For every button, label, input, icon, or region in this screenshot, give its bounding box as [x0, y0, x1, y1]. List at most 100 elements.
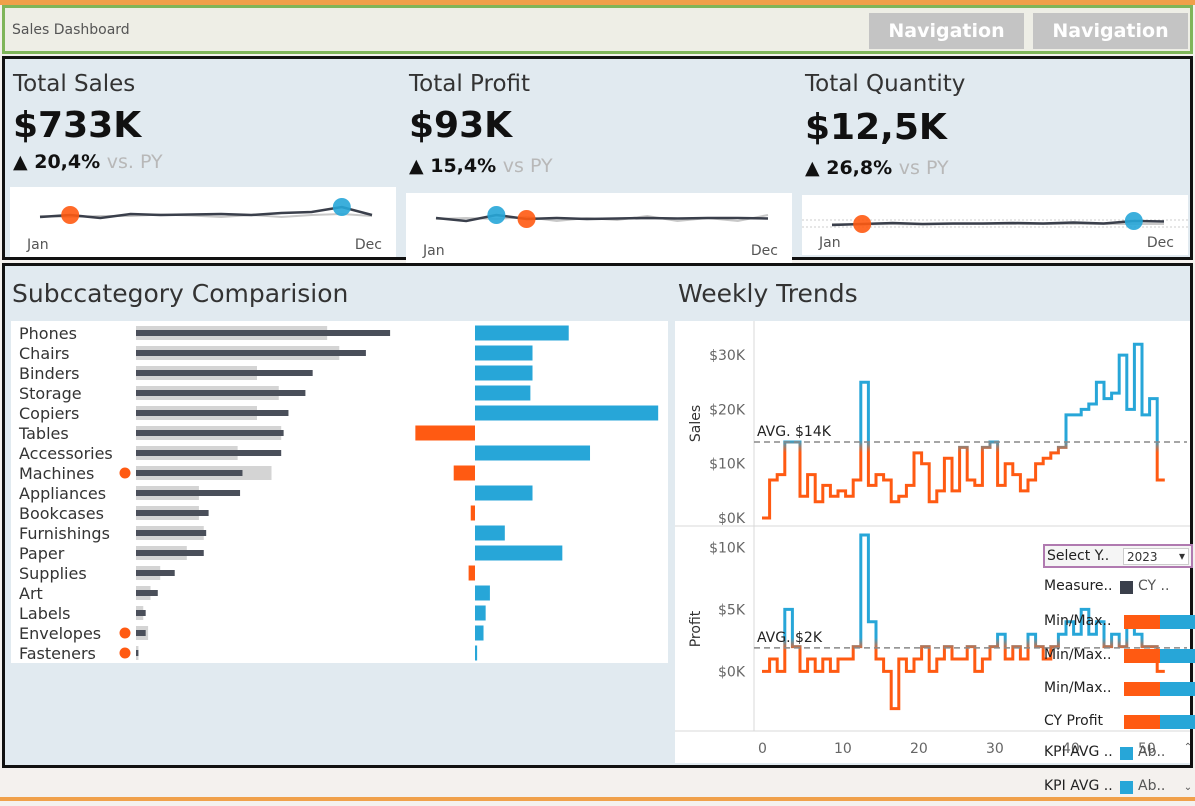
subcategory-label: Envelopes: [19, 624, 101, 643]
legend-gradient-bar: [1124, 682, 1195, 696]
kpi-delta-value: ▲ 26,8%: [805, 157, 893, 179]
flag-dot: [119, 627, 131, 639]
legend-swatch: [1120, 747, 1133, 760]
dashboard-header: Sales Dashboard Navigation Navigation: [2, 5, 1193, 54]
legend-row-kpi-avg-2[interactable]: KPI AVG .. Ab..: [1044, 778, 1165, 798]
cy-bar: [136, 450, 282, 456]
cy-bar: [136, 410, 289, 416]
profit-tick-label: $5K: [718, 602, 746, 618]
cy-bar: [136, 510, 209, 516]
subcategory-label: Supplies: [19, 564, 87, 583]
flag-dot: [119, 647, 131, 659]
profit-bar: [475, 605, 486, 621]
kpi-sparkline[interactable]: Jan Dec: [802, 195, 1188, 255]
kpi-delta: ▲ 26,8% vs PY: [805, 157, 949, 179]
subcategory-label: Copiers: [19, 404, 79, 423]
legend-label: Min/Max..: [1044, 680, 1112, 696]
profit-bar: [475, 365, 533, 381]
kpi-delta: ▲ 15,4% vs PY: [409, 155, 553, 177]
subcategory-title: Subccategory Comparision: [12, 279, 349, 308]
scroll-up-arrow[interactable]: ⌃: [1183, 742, 1193, 753]
subcategory-label: Art: [19, 584, 43, 603]
select-year-filter[interactable]: Select Y.. 2023: [1043, 544, 1193, 568]
legend-swatch: [1120, 781, 1133, 794]
cy-bar: [136, 470, 243, 476]
cy-bar: [136, 350, 366, 356]
min-marker: [853, 215, 872, 233]
profit-tick-label: $0K: [718, 664, 746, 680]
subcategory-label: Bookcases: [19, 504, 104, 523]
profit-bar: [475, 525, 505, 541]
navigation-button-2[interactable]: Navigation: [1033, 13, 1188, 49]
kpi-vs-label: vs PY: [502, 155, 553, 177]
max-marker: [332, 198, 351, 216]
spark-start-label: Jan: [423, 243, 445, 259]
select-year-dropdown[interactable]: 2023: [1123, 548, 1189, 565]
legend-row-minmax-3[interactable]: Min/Max..: [1044, 680, 1195, 700]
kpi-value: $733K: [13, 105, 142, 146]
legend-label: Measure..: [1044, 578, 1113, 594]
legend-row-kpi-avg-1[interactable]: KPI AVG .. Ab..: [1044, 744, 1165, 764]
legend-swatch: [1120, 581, 1133, 594]
scroll-down-arrow[interactable]: ⌄: [1183, 782, 1193, 793]
kpi-delta: ▲ 20,4% vs. PY: [13, 151, 163, 173]
legend-row-cy-profit[interactable]: CY Profit: [1044, 713, 1195, 733]
spark-end-label: Dec: [354, 237, 382, 253]
kpi-sparkline[interactable]: Jan Dec: [10, 187, 396, 257]
profit-bar: [475, 645, 478, 661]
min-marker: [61, 206, 80, 224]
cy-bar: [136, 370, 313, 376]
profit-bar: [475, 345, 533, 361]
max-marker: [1124, 212, 1143, 230]
spark-start-label: Jan: [27, 237, 49, 253]
legend-gradient-bar: [1124, 715, 1195, 729]
legend-row-minmax-1[interactable]: Min/Max..: [1044, 613, 1195, 633]
x-tick-label: 30: [986, 741, 1004, 757]
legend-panel: Select Y.. 2023 Measure.. CY .. Min/Max.…: [1040, 541, 1195, 803]
profit-tick-label: $10K: [709, 540, 746, 556]
navigation-button-1[interactable]: Navigation: [869, 13, 1024, 49]
sparkline-svg: [39, 198, 373, 224]
profit-bar: [475, 625, 484, 641]
legend-row-measure[interactable]: Measure.. CY ..: [1044, 578, 1169, 598]
kpi-name: Total Quantity: [805, 71, 966, 97]
cy-bar: [136, 530, 207, 536]
subcategory-label: Fasteners: [19, 644, 96, 663]
subcategory-label: Furnishings: [19, 524, 110, 543]
legend-row-minmax-2[interactable]: Min/Max..: [1044, 647, 1195, 667]
bottom-accent-line: [0, 797, 1195, 801]
cy-bar: [136, 550, 204, 556]
kpi-total-profit: Total Profit $93K ▲ 15,4% vs PY Jan Dec: [401, 59, 797, 263]
cy-bar: [136, 490, 241, 496]
kpi-value: $93K: [409, 105, 513, 146]
spark-end-label: Dec: [1146, 235, 1174, 251]
subcategory-label: Machines: [19, 464, 94, 483]
profit-axis-label: Profit: [688, 610, 704, 647]
profit-bar: [453, 465, 475, 481]
cy-bar: [136, 570, 175, 576]
dashboard-title: Sales Dashboard: [12, 22, 130, 38]
subcategory-label: Chairs: [19, 344, 69, 363]
profit-bar: [475, 585, 490, 601]
kpi-sparkline[interactable]: Jan Dec: [406, 193, 792, 263]
cy-bar: [136, 610, 146, 616]
select-year-label: Select Y..: [1047, 548, 1110, 564]
spark-start-label: Jan: [819, 235, 841, 251]
kpi-total-quantity: Total Quantity $12,5K ▲ 26,8% vs PY Jan …: [797, 59, 1193, 257]
subcategory-label: Phones: [19, 324, 77, 343]
subcategory-chart[interactable]: Phones Chairs Binders Storage Copiers Tables A…: [11, 321, 668, 663]
main-panel: Subccategory Comparision Weekly Trends P…: [2, 263, 1193, 768]
kpi-vs-label: vs PY: [898, 157, 949, 179]
subcategory-label: Labels: [19, 604, 71, 623]
legend-label: KPI AVG ..: [1044, 778, 1113, 794]
kpi-delta-value: ▲ 15,4%: [409, 155, 497, 177]
kpi-value: $12,5K: [805, 107, 947, 148]
sales-tick-label: $10K: [709, 457, 746, 473]
legend-value: Ab..: [1138, 778, 1166, 794]
profit-bar: [475, 445, 591, 461]
legend-value: CY ..: [1138, 578, 1170, 594]
subcategory-label: Accessories: [19, 444, 113, 463]
x-tick-label: 10: [834, 741, 852, 757]
subcategory-label: Paper: [19, 544, 65, 563]
profit-bar: [475, 545, 563, 561]
